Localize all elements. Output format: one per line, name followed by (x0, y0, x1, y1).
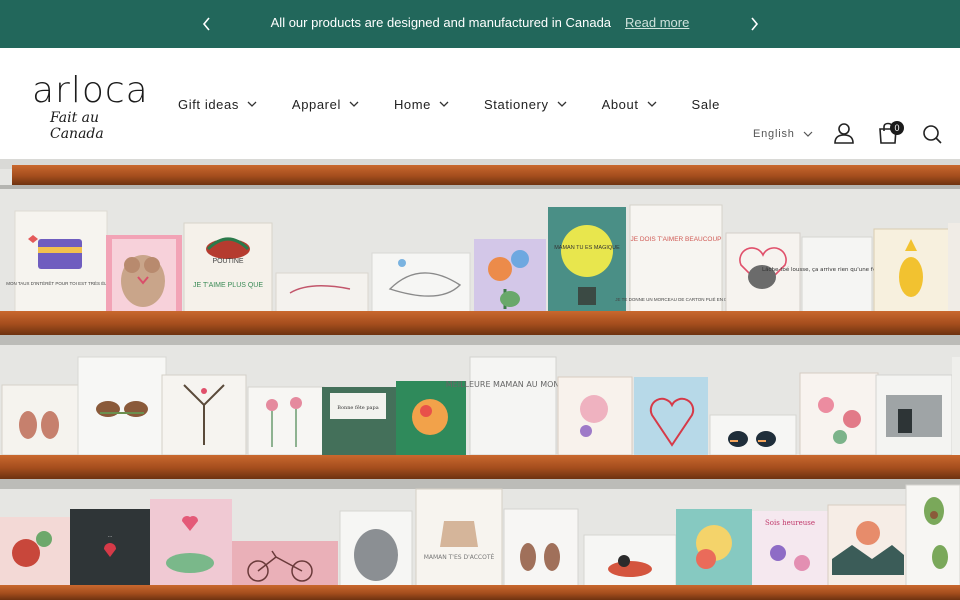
nav-item-about[interactable]: About (602, 97, 657, 112)
card-text: POUTINE (212, 258, 243, 265)
card-text: Sois heureuse (765, 519, 815, 527)
chevron-down-icon (439, 99, 449, 109)
card-text: Bonne fête papa (337, 404, 378, 411)
card-text: MAMAN T'ES D'ACCOTÉ (424, 553, 495, 561)
nav-item-gift-ideas[interactable]: Gift ideas (178, 97, 257, 112)
cart-count-badge: 0 (890, 121, 904, 135)
chevron-down-icon (557, 99, 567, 109)
chevron-down-icon (647, 99, 657, 109)
logo-tagline: Fait au Canada (50, 110, 104, 142)
nav-label: Home (393, 96, 432, 112)
language-selector[interactable]: English (753, 128, 813, 140)
nav-item-sale[interactable]: Sale (692, 97, 720, 112)
nav-label: Apparel (291, 96, 341, 112)
svg-text:...: ... (108, 533, 113, 539)
announcement-text: All our products are designed and manufa… (270, 15, 612, 30)
card-text: MON TAUX D'INTÉRÊT POUR TOI EST TRÈS ÉLE… (6, 279, 116, 286)
announcement-message: All our products are designed and manufa… (0, 15, 960, 30)
nav-item-home[interactable]: Home (394, 97, 449, 112)
read-more-link[interactable]: Read more (625, 15, 689, 30)
card-text: JE T'AIME PLUS QUE (193, 282, 263, 289)
nav-label: Gift ideas (178, 96, 239, 112)
language-label: English (753, 128, 795, 140)
nav-label: Sale (691, 96, 720, 112)
search-icon[interactable] (920, 122, 944, 146)
nav-item-stationery[interactable]: Stationery (484, 97, 567, 112)
logo-wordmark: arloca (32, 70, 149, 111)
site-header: arloca Fait au Canada Gift ideas Apparel… (0, 48, 960, 159)
nav-item-apparel[interactable]: Apparel (292, 97, 359, 112)
card-text: JE DOIS T'AIMER BEAUCOUP (630, 236, 721, 243)
card-text: MAMAN TU ES MAGIQUE (554, 245, 620, 251)
chevron-right-icon[interactable] (744, 14, 764, 34)
chevron-down-icon (247, 99, 257, 109)
announcement-bar: All our products are designed and manufa… (0, 0, 960, 48)
hero-image: MON TAUX D'INTÉRÊT POUR TOI EST TRÈS ÉLE… (0, 159, 960, 600)
card-shelves-illustration: MON TAUX D'INTÉRÊT POUR TOI EST TRÈS ÉLE… (0, 159, 960, 600)
nav-label: About (601, 96, 639, 112)
main-nav: Gift ideas Apparel Home Stationery About… (178, 94, 720, 114)
card-text: JE TE DONNE UN MORCEAU DE CARTON PLIÉ EN… (615, 296, 737, 302)
nav-label: Stationery (484, 96, 549, 112)
chevron-down-icon (349, 99, 359, 109)
chevron-down-icon (803, 131, 813, 137)
logo[interactable]: arloca Fait au Canada (32, 70, 156, 142)
user-icon[interactable] (832, 121, 856, 145)
